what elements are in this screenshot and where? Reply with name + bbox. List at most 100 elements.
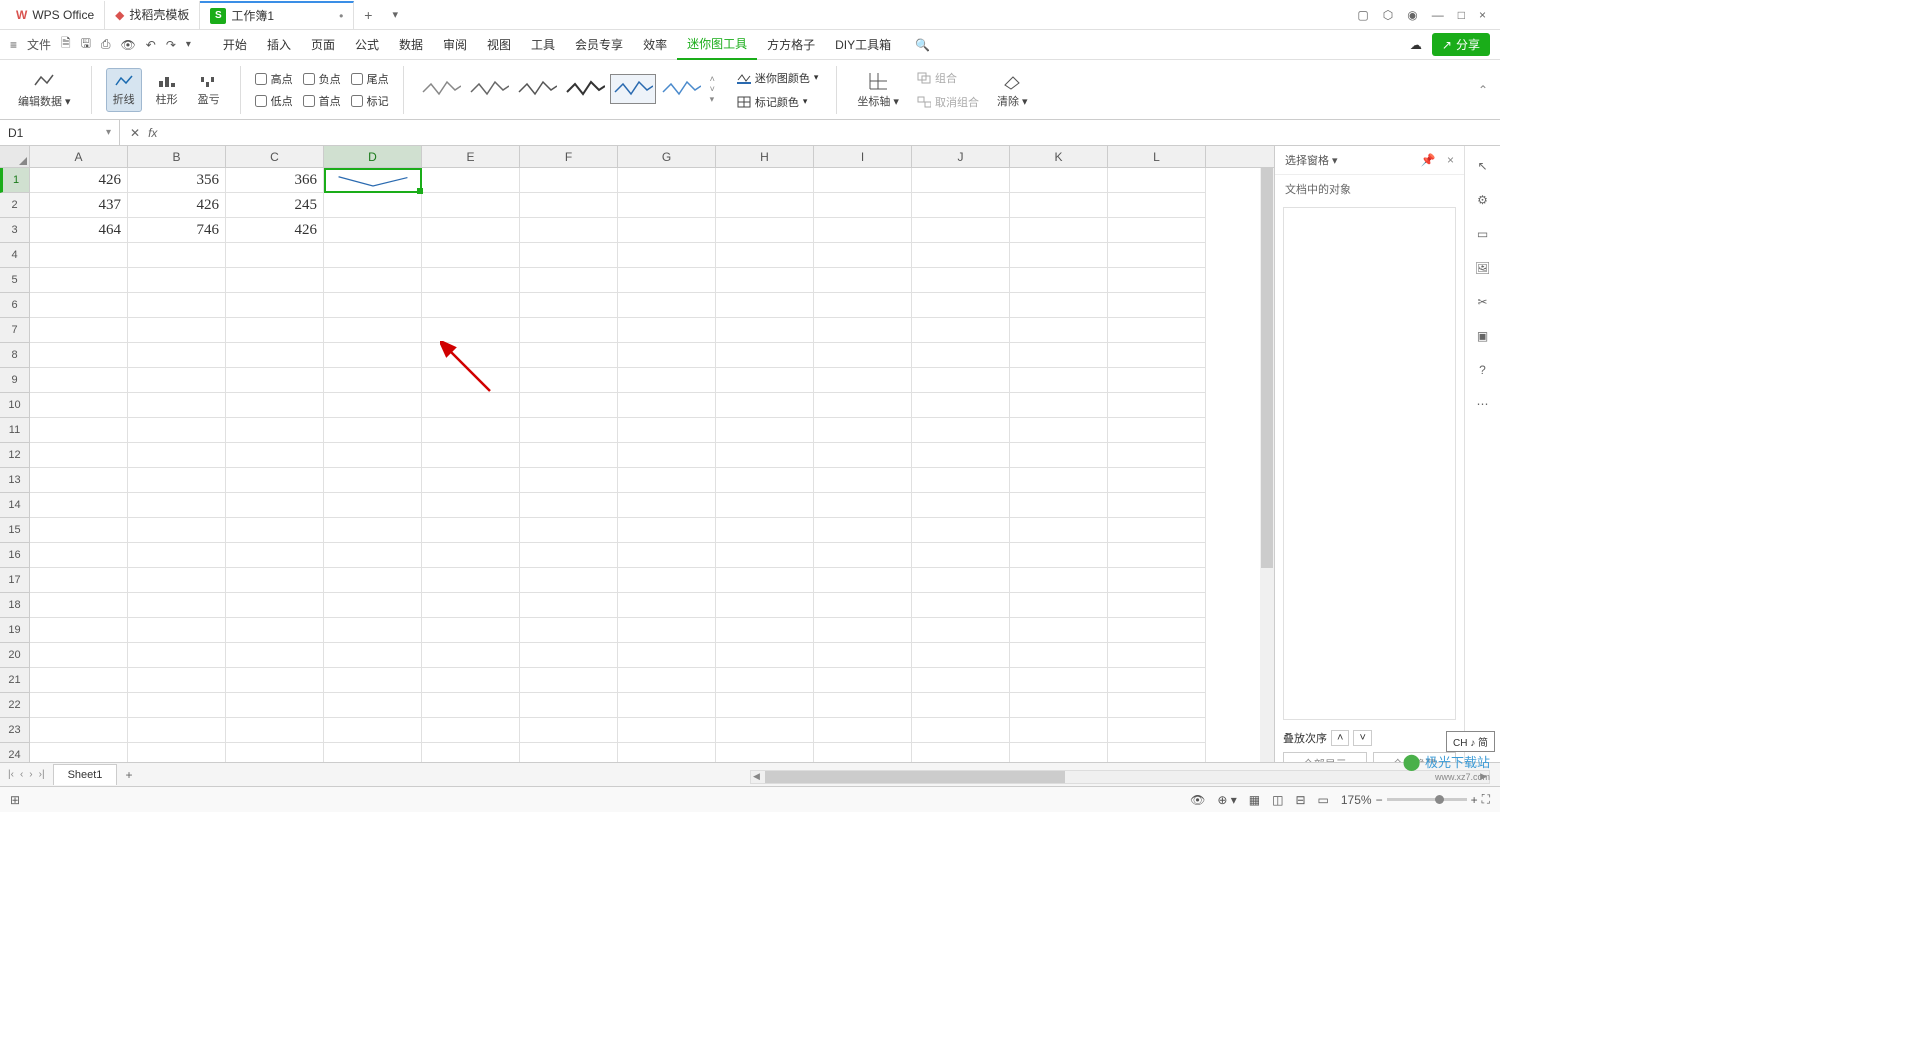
- formula-input[interactable]: [165, 125, 1490, 140]
- cell[interactable]: [324, 343, 422, 368]
- avatar-icon[interactable]: ◉: [1407, 8, 1417, 22]
- cell[interactable]: [1010, 468, 1108, 493]
- cell[interactable]: [814, 243, 912, 268]
- zoom-slider[interactable]: [1387, 798, 1467, 801]
- cell[interactable]: [30, 318, 128, 343]
- cell[interactable]: [226, 693, 324, 718]
- cell[interactable]: [814, 568, 912, 593]
- cell[interactable]: [324, 618, 422, 643]
- checkbox-low[interactable]: 低点: [255, 93, 293, 109]
- cell[interactable]: [226, 293, 324, 318]
- row-header[interactable]: 1: [0, 168, 30, 193]
- cell[interactable]: [814, 168, 912, 193]
- window-maximize-icon[interactable]: □: [1458, 8, 1465, 22]
- cell[interactable]: [1108, 218, 1206, 243]
- cell[interactable]: [324, 443, 422, 468]
- menu-tab[interactable]: 工具: [521, 30, 565, 60]
- cell[interactable]: [1108, 618, 1206, 643]
- cell[interactable]: [618, 243, 716, 268]
- checkbox-mark[interactable]: 标记: [351, 93, 389, 109]
- cell[interactable]: [618, 393, 716, 418]
- cell[interactable]: [1108, 668, 1206, 693]
- cell[interactable]: [520, 243, 618, 268]
- cell[interactable]: [128, 243, 226, 268]
- window-restore-icon[interactable]: ▢: [1357, 8, 1368, 22]
- row-header[interactable]: 12: [0, 443, 30, 468]
- cell[interactable]: [814, 643, 912, 668]
- cell[interactable]: [814, 593, 912, 618]
- cell[interactable]: [422, 293, 520, 318]
- cell[interactable]: [324, 393, 422, 418]
- menu-tab[interactable]: 开始: [213, 30, 257, 60]
- cell[interactable]: [226, 718, 324, 743]
- tab-add-button[interactable]: +: [354, 7, 382, 23]
- row-header[interactable]: 14: [0, 493, 30, 518]
- cell[interactable]: [1010, 443, 1108, 468]
- cell[interactable]: [618, 668, 716, 693]
- cube-icon[interactable]: ⬡: [1383, 8, 1393, 22]
- cell[interactable]: [520, 543, 618, 568]
- cell[interactable]: [716, 693, 814, 718]
- sparkline-style-4[interactable]: [562, 74, 608, 104]
- marker-color-button[interactable]: 标记颜色▾: [733, 92, 823, 112]
- cell[interactable]: [422, 218, 520, 243]
- column-header[interactable]: C: [226, 146, 324, 167]
- cell[interactable]: [324, 493, 422, 518]
- menu-tab[interactable]: 页面: [301, 30, 345, 60]
- cell[interactable]: [520, 718, 618, 743]
- menu-tab[interactable]: 审阅: [433, 30, 477, 60]
- cell[interactable]: [1108, 643, 1206, 668]
- status-ready-icon[interactable]: ⊞: [10, 793, 20, 807]
- cell[interactable]: [30, 518, 128, 543]
- cell[interactable]: [912, 568, 1010, 593]
- cell[interactable]: [520, 193, 618, 218]
- cell[interactable]: [226, 368, 324, 393]
- cell[interactable]: [1108, 418, 1206, 443]
- cell[interactable]: [128, 593, 226, 618]
- cell[interactable]: [1108, 268, 1206, 293]
- cell[interactable]: [912, 293, 1010, 318]
- row-header[interactable]: 19: [0, 618, 30, 643]
- cell[interactable]: [1010, 643, 1108, 668]
- cell[interactable]: [716, 268, 814, 293]
- cell[interactable]: [226, 668, 324, 693]
- cell[interactable]: [618, 518, 716, 543]
- cell[interactable]: 437: [30, 193, 128, 218]
- cell[interactable]: [618, 418, 716, 443]
- cell[interactable]: [226, 618, 324, 643]
- menu-tab[interactable]: 视图: [477, 30, 521, 60]
- cell[interactable]: [912, 618, 1010, 643]
- cell[interactable]: [1108, 518, 1206, 543]
- cell[interactable]: [1010, 543, 1108, 568]
- column-header[interactable]: I: [814, 146, 912, 167]
- sheet-nav-last[interactable]: ›|: [39, 769, 45, 780]
- cell[interactable]: [30, 668, 128, 693]
- cell[interactable]: [422, 368, 520, 393]
- view-break-icon[interactable]: ⊟: [1295, 793, 1305, 807]
- cell[interactable]: [716, 593, 814, 618]
- target-icon[interactable]: ⊕ ▾: [1217, 793, 1236, 807]
- menu-tab[interactable]: DIY工具箱: [825, 30, 901, 60]
- cell[interactable]: [520, 443, 618, 468]
- qat-dropdown-icon[interactable]: ▾: [186, 39, 191, 50]
- cell[interactable]: [422, 668, 520, 693]
- sheet-add-button[interactable]: +: [117, 768, 140, 782]
- cell[interactable]: 426: [128, 193, 226, 218]
- row-header[interactable]: 2: [0, 193, 30, 218]
- column-header[interactable]: A: [30, 146, 128, 167]
- settings-slider-icon[interactable]: ⚙: [1473, 190, 1493, 210]
- cell[interactable]: [1010, 493, 1108, 518]
- more-icon[interactable]: ⋯: [1473, 394, 1493, 414]
- chart-type-bar[interactable]: 柱形: [150, 69, 184, 111]
- cell[interactable]: [128, 543, 226, 568]
- cell[interactable]: [1010, 243, 1108, 268]
- cell[interactable]: [716, 368, 814, 393]
- sheet-nav-first[interactable]: |‹: [8, 769, 14, 780]
- cell[interactable]: [716, 318, 814, 343]
- row-header[interactable]: 13: [0, 468, 30, 493]
- cell[interactable]: [324, 593, 422, 618]
- cell[interactable]: [128, 568, 226, 593]
- cell[interactable]: [814, 543, 912, 568]
- cell[interactable]: 366: [226, 168, 324, 193]
- cell[interactable]: [324, 693, 422, 718]
